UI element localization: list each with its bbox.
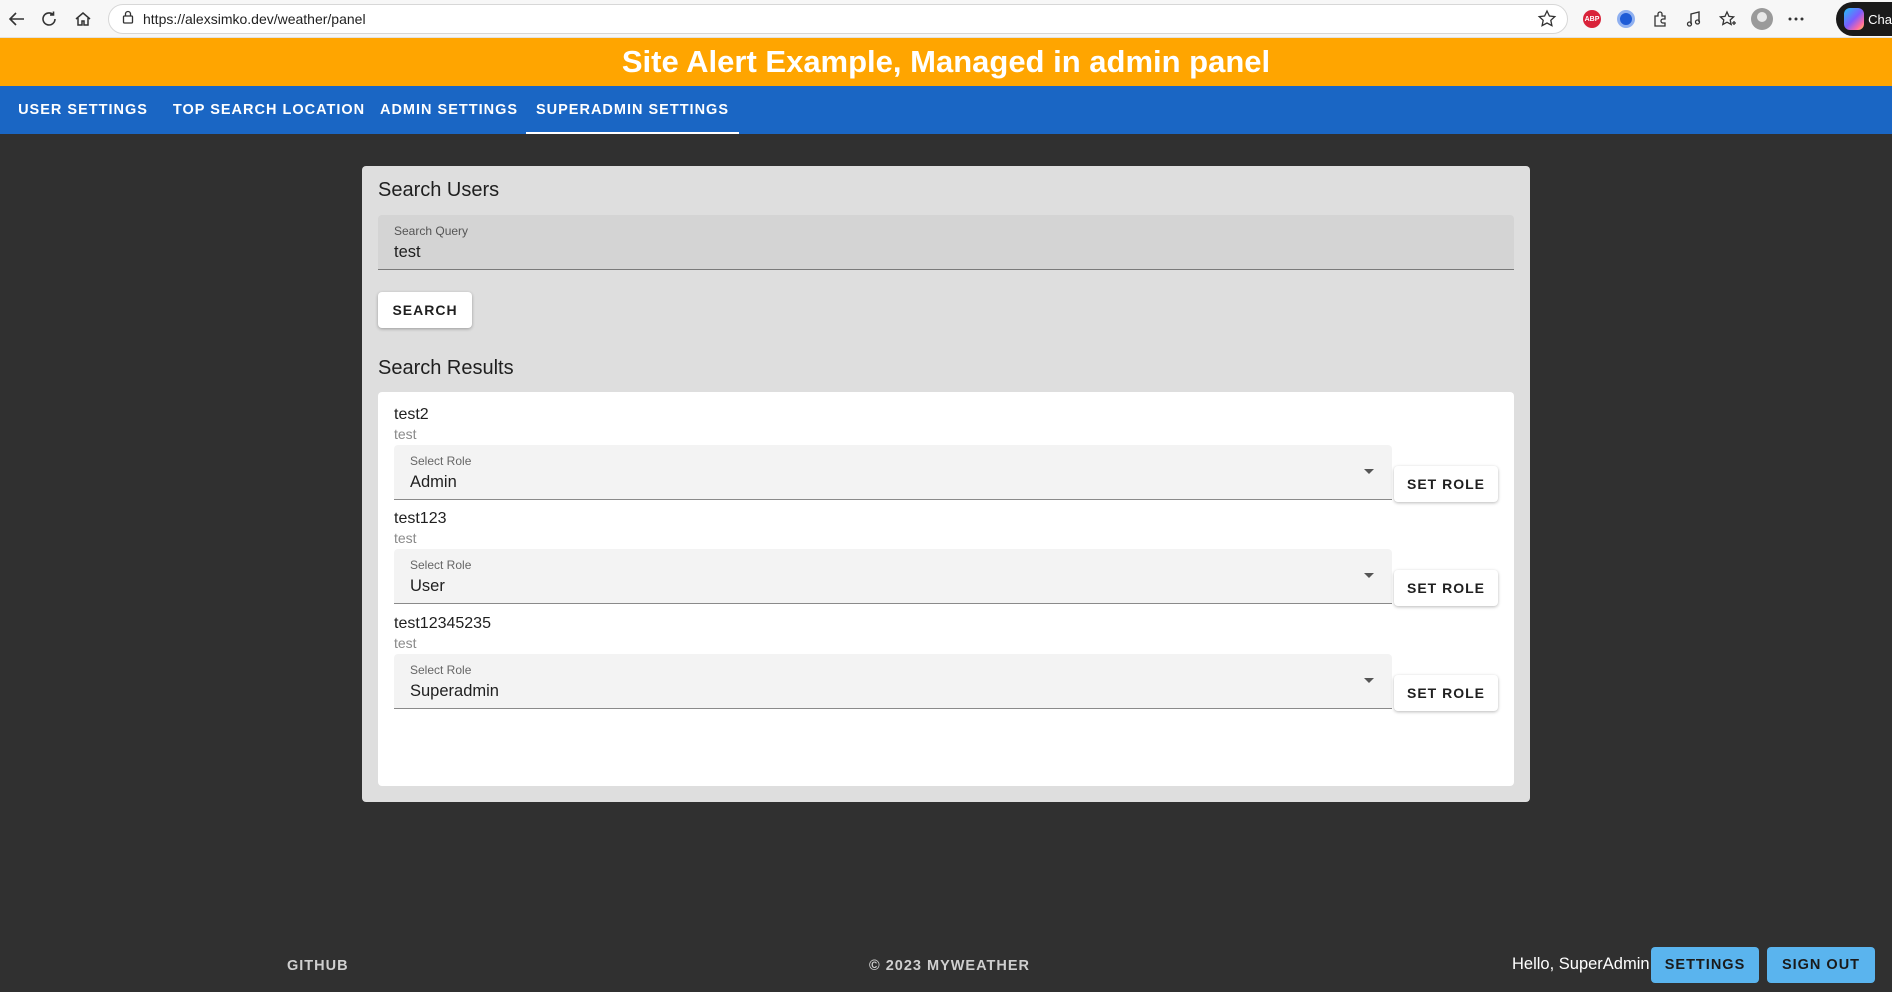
settings-button[interactable]: SETTINGS [1651,947,1759,983]
result-username: test2 [394,406,429,423]
chevron-down-icon [1364,469,1374,474]
site-alert-banner: Site Alert Example, Managed in admin pan… [0,38,1892,86]
extensions-puzzle-icon[interactable] [1648,7,1672,31]
profile-avatar-icon[interactable] [1750,7,1774,31]
url-text: https://alexsimko.dev/weather/panel [143,11,366,27]
home-icon[interactable] [66,2,100,36]
role-select-label: Select Role [410,558,472,572]
favorite-star-icon[interactable] [1537,9,1557,34]
media-icon[interactable] [1682,7,1706,31]
copilot-icon [1844,8,1865,30]
tab-top-search-location[interactable]: TOP SEARCH LOCATION [166,86,372,134]
lock-icon [121,10,135,29]
greeting-text: Hello, SuperAdmin [1512,955,1650,973]
chevron-down-icon [1364,678,1374,683]
result-subtext: test [394,635,417,651]
site-alert-text: Site Alert Example, Managed in admin pan… [621,44,1271,79]
role-select-value: User [410,577,445,595]
copilot-label: Cha [1868,11,1892,27]
tab-bar: USER SETTINGS TOP SEARCH LOCATION ADMIN … [0,86,1892,134]
back-icon[interactable] [0,2,34,36]
result-username: test12345235 [394,615,491,632]
result-subtext: test [394,426,417,442]
copilot-button[interactable]: Cha [1836,2,1892,36]
more-menu-icon[interactable] [1784,7,1808,31]
adblock-icon[interactable]: ABP [1580,7,1604,31]
set-role-button[interactable]: SET ROLE [1394,675,1498,711]
search-query-label: Search Query [394,224,469,238]
role-select[interactable]: Select Role User [394,549,1392,604]
role-select-label: Select Role [410,454,472,468]
tab-admin-settings[interactable]: ADMIN SETTINGS [372,86,526,134]
search-results-list: test2 test Select Role Admin SET ROLE te… [378,392,1514,786]
chevron-down-icon [1364,573,1374,578]
address-bar[interactable]: https://alexsimko.dev/weather/panel [108,4,1568,34]
list-item: test2 test Select Role Admin SET ROLE [394,392,1498,512]
list-item: test123 test Select Role User SET ROLE [394,496,1498,616]
extensions-area: ABP [1580,4,1808,34]
role-select-label: Select Role [410,663,472,677]
search-query-input[interactable]: test [394,243,421,262]
copyright-text: © 2023 MYWEATHER [869,958,1030,974]
search-button[interactable]: SEARCH [378,292,472,328]
search-results-title: Search Results [378,357,514,379]
tab-user-settings[interactable]: USER SETTINGS [0,86,166,134]
result-subtext: test [394,530,417,546]
extension-blue-icon[interactable] [1614,7,1638,31]
footer: GITHUB © 2023 MYWEATHER Hello, SuperAdmi… [0,940,1892,992]
role-select-value: Superadmin [410,682,499,700]
reload-icon[interactable] [32,2,66,36]
list-item: test12345235 test Select Role Superadmin… [394,601,1498,721]
role-select[interactable]: Select Role Superadmin [394,654,1392,709]
role-select-value: Admin [410,473,457,491]
result-username: test123 [394,510,447,527]
role-select[interactable]: Select Role Admin [394,445,1392,500]
sign-out-button[interactable]: SIGN OUT [1767,947,1875,983]
browser-toolbar: https://alexsimko.dev/weather/panel ABP … [0,0,1892,38]
search-query-field[interactable]: Search Query test [378,215,1514,270]
tab-superadmin-settings[interactable]: SUPERADMIN SETTINGS [526,86,739,134]
github-link[interactable]: GITHUB [287,958,349,974]
favorites-icon[interactable] [1716,7,1740,31]
superadmin-panel: Search Users Search Query test SEARCH Se… [362,166,1530,802]
search-users-title: Search Users [378,179,500,201]
